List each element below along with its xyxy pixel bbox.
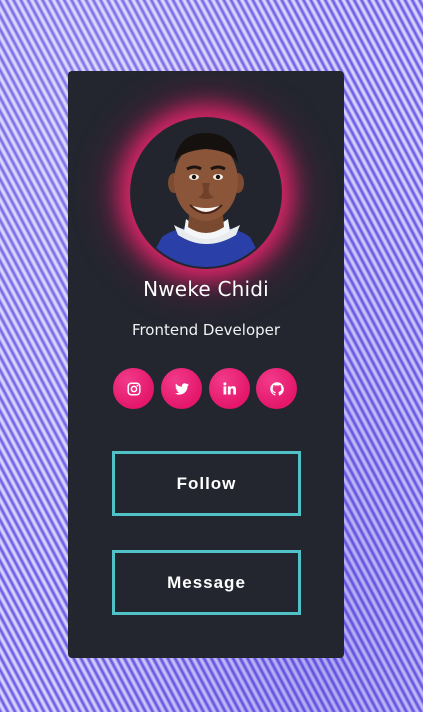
profile-title: Frontend Developer — [131, 321, 281, 339]
github-icon — [269, 381, 284, 395]
instagram-button[interactable] — [113, 368, 154, 409]
twitter-icon — [174, 382, 189, 395]
github-button[interactable] — [256, 368, 297, 409]
avatar-portrait — [132, 119, 280, 267]
profile-name: Nweke Chidi — [143, 277, 269, 301]
linkedin-icon — [223, 382, 236, 395]
avatar — [132, 119, 280, 267]
twitter-button[interactable] — [161, 368, 202, 409]
profile-card: Nweke Chidi Frontend Developer Follow Me… — [68, 71, 344, 658]
instagram-icon — [126, 381, 141, 396]
social-links — [113, 368, 303, 409]
message-button[interactable]: Message — [112, 550, 301, 615]
linkedin-button[interactable] — [209, 368, 250, 409]
follow-button[interactable]: Follow — [112, 451, 301, 516]
